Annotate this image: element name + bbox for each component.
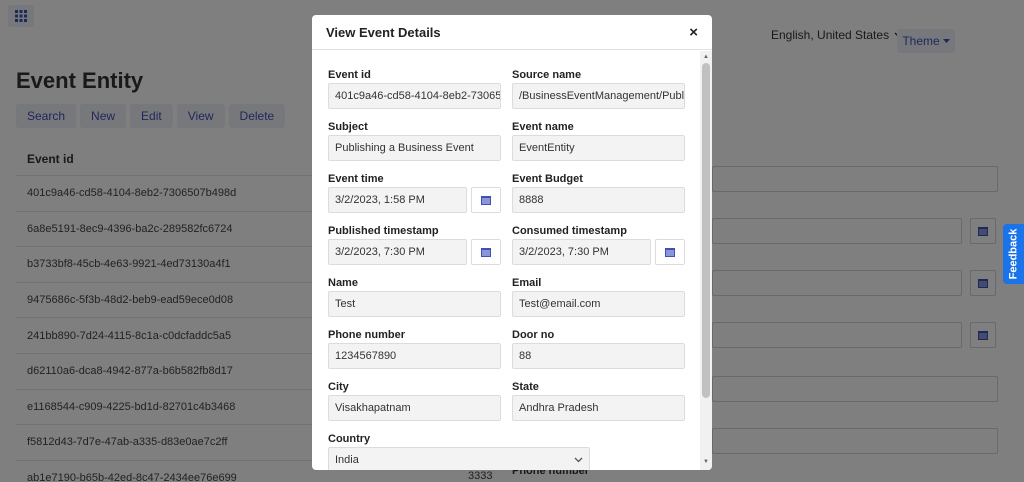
dialog-scrollbar[interactable]: ▲ ▼ [700, 51, 712, 470]
event-budget-field[interactable]: 8888 [512, 187, 685, 213]
consumed-timestamp-calendar-button[interactable] [655, 239, 685, 265]
subject-field[interactable]: Publishing a Business Event [328, 135, 501, 161]
event-time-field[interactable]: 3/2/2023, 1:58 PM [328, 187, 467, 213]
calendar-icon [665, 248, 675, 257]
scroll-up-icon[interactable]: ▲ [703, 54, 709, 60]
name-field[interactable]: Test [328, 291, 501, 317]
view-event-details-dialog: View Event Details × Event id 401c9a46-c… [312, 15, 712, 470]
city-field[interactable]: Visakhapatnam [328, 395, 501, 421]
dialog-header: View Event Details × [312, 15, 712, 50]
published-timestamp-calendar-button[interactable] [471, 239, 501, 265]
dialog-title: View Event Details [326, 24, 441, 40]
scroll-down-icon[interactable]: ▼ [703, 459, 709, 465]
event-id-field[interactable]: 401c9a46-cd58-4104-8eb2-7306507b498d [328, 83, 501, 109]
published-timestamp-label: Published timestamp [328, 225, 439, 237]
chevron-down-icon [574, 457, 583, 463]
email-field[interactable]: Test@email.com [512, 291, 685, 317]
country-label: Country [328, 433, 371, 445]
door-no-label: Door no [512, 329, 555, 341]
source-name-label: Source name [512, 69, 582, 81]
country-select[interactable]: India [328, 447, 590, 470]
source-name-field[interactable]: /BusinessEventManagement/PublishedEvents [512, 83, 685, 109]
event-id-label: Event id [328, 69, 371, 81]
state-field[interactable]: Andhra Pradesh [512, 395, 685, 421]
close-icon[interactable]: × [689, 24, 698, 41]
calendar-icon [481, 196, 491, 205]
email-label: Email [512, 277, 542, 289]
event-name-field[interactable]: EventEntity [512, 135, 685, 161]
event-budget-label: Event Budget [512, 173, 583, 185]
event-time-label: Event time [328, 173, 384, 185]
city-label: City [328, 381, 349, 393]
phone-number-field[interactable]: 1234567890 [328, 343, 501, 369]
consumed-timestamp-field[interactable]: 3/2/2023, 7:30 PM [512, 239, 651, 265]
consumed-timestamp-label: Consumed timestamp [512, 225, 627, 237]
event-name-label: Event name [512, 121, 574, 133]
published-timestamp-field[interactable]: 3/2/2023, 7:30 PM [328, 239, 467, 265]
scrollbar-thumb[interactable] [702, 63, 710, 398]
feedback-tab[interactable]: Feedback [1003, 224, 1024, 284]
subject-label: Subject [328, 121, 368, 133]
feedback-label: Feedback [1007, 228, 1020, 280]
state-label: State [512, 381, 539, 393]
event-time-calendar-button[interactable] [471, 187, 501, 213]
phone-number-label: Phone number [328, 329, 406, 341]
name-label: Name [328, 277, 358, 289]
door-no-field[interactable]: 88 [512, 343, 685, 369]
dialog-body: Event id 401c9a46-cd58-4104-8eb2-7306507… [312, 51, 712, 470]
calendar-icon [481, 248, 491, 257]
country-value: India [335, 454, 359, 466]
